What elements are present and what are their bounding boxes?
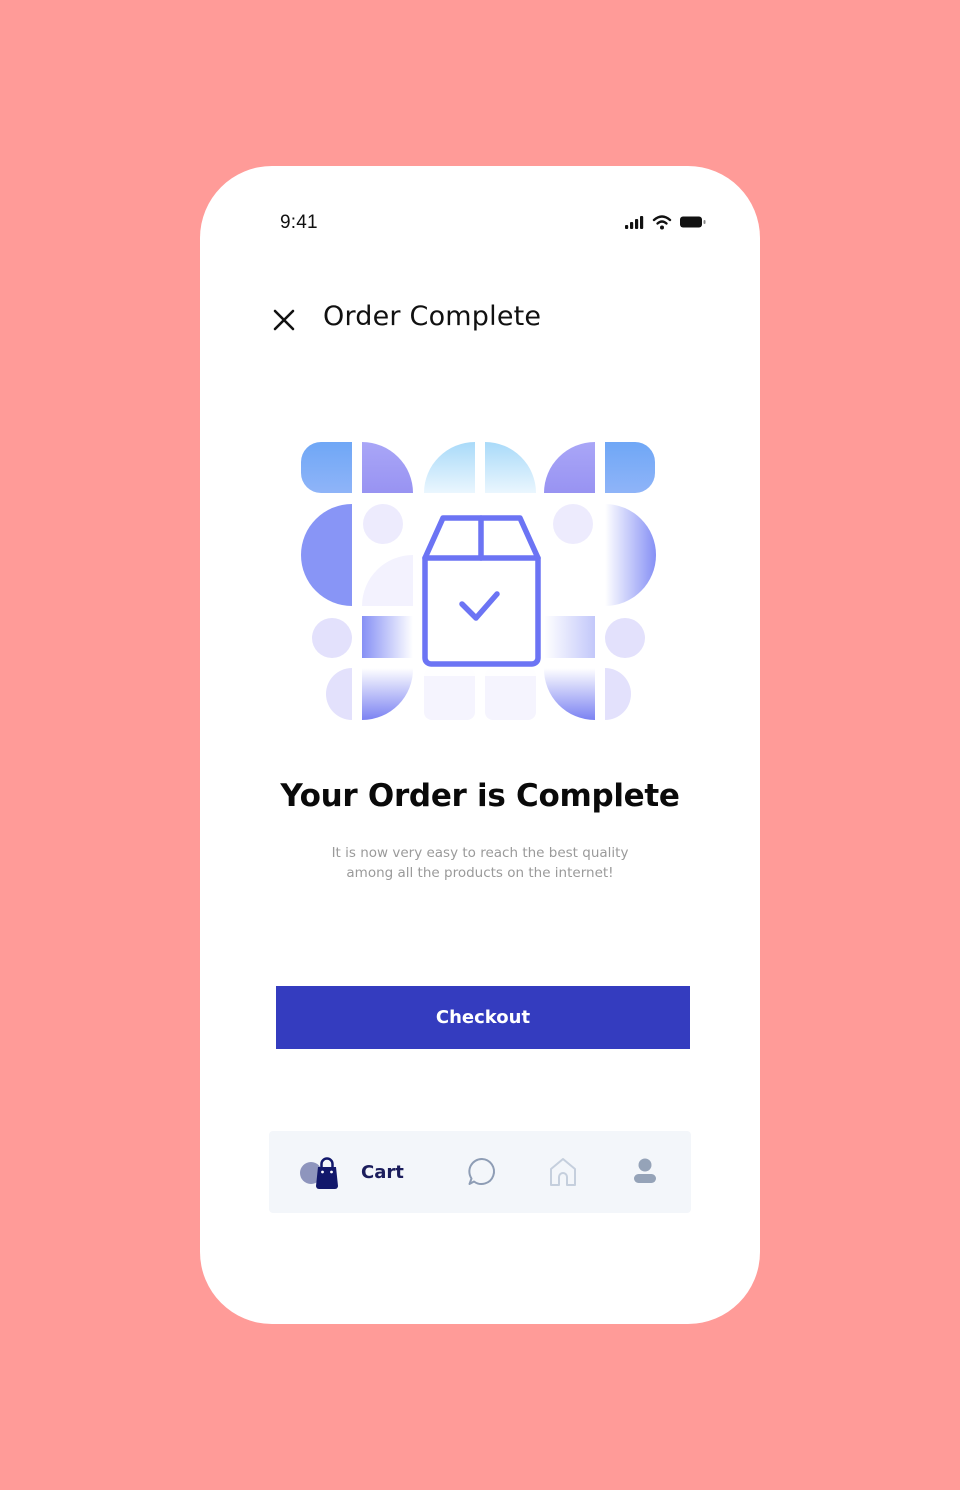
chat-icon <box>468 1157 495 1185</box>
signal-icon <box>624 214 646 234</box>
confirmation-headline: Your Order is Complete <box>280 778 680 814</box>
page-title: Order Complete <box>323 301 542 332</box>
nav-item-cart-label: Cart <box>361 1162 404 1183</box>
battery-icon <box>679 214 707 234</box>
nav-item-profile[interactable] <box>630 1155 660 1189</box>
checkout-button[interactable]: Checkout <box>276 986 690 1049</box>
phone-frame: 9:41 Order Complete Your Order is Comple… <box>200 166 760 1324</box>
home-icon <box>550 1158 576 1186</box>
order-complete-illustration <box>295 436 665 726</box>
nav-item-cart[interactable]: Cart <box>299 1153 419 1193</box>
nav-item-home[interactable] <box>546 1155 580 1189</box>
profile-icon <box>634 1158 656 1183</box>
bottom-navigation: Cart <box>269 1131 691 1213</box>
nav-item-chat[interactable] <box>465 1155 499 1189</box>
close-button[interactable] <box>264 300 304 340</box>
confirmation-description: It is now very easy to reach the best qu… <box>331 845 629 881</box>
status-time: 9:41 <box>280 212 318 233</box>
status-icons <box>624 214 708 234</box>
wifi-icon <box>652 214 672 234</box>
shopping-bag-icon <box>299 1153 341 1193</box>
close-icon <box>273 309 295 331</box>
